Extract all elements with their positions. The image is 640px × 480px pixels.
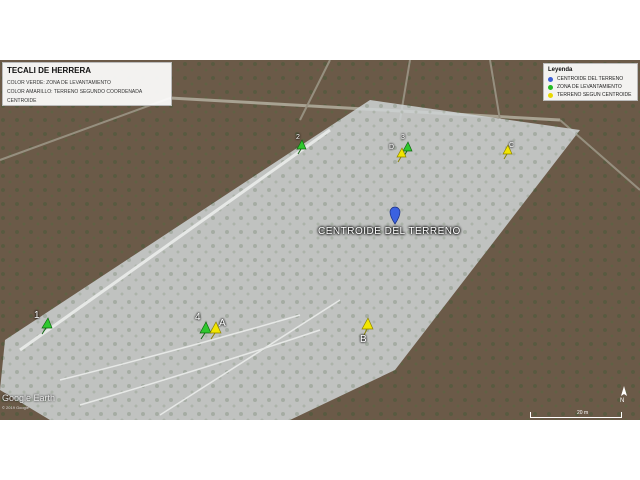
pin-label-4: 4 bbox=[195, 312, 201, 323]
legend-item-terrain: TERRENO SEGUN CENTROIDE bbox=[548, 91, 633, 99]
pin-label-3: 3 bbox=[401, 134, 405, 141]
legend-panel: Leyenda CENTROIDE DEL TERRENO ZONA DE LE… bbox=[543, 63, 638, 101]
centroid-label: CENTROIDE DEL TERRENO bbox=[318, 226, 461, 237]
blue-pin-icon bbox=[548, 76, 553, 82]
green-pin-icon bbox=[548, 84, 553, 90]
satellite-map[interactable] bbox=[0, 60, 640, 420]
note-green: COLOR VERDE: ZONA DE LEVANTAMIENTO bbox=[7, 80, 111, 86]
north-label: N bbox=[620, 398, 625, 404]
google-earth-logo: Google Earth bbox=[2, 393, 56, 403]
legend-item-survey: ZONA DE LEVANTAMIENTO bbox=[548, 83, 633, 91]
legend-label: ZONA DE LEVANTAMIENTO bbox=[557, 84, 622, 90]
map-canvas bbox=[0, 60, 640, 420]
scale-bar bbox=[530, 412, 622, 418]
pin-label-c: C bbox=[509, 142, 515, 149]
pin-label-a: A bbox=[219, 318, 226, 329]
scale-label: 20 m bbox=[577, 410, 589, 416]
title-panel: TECALI DE HERRERA COLOR VERDE: ZONA DE L… bbox=[2, 62, 172, 106]
pin-label-2: 2 bbox=[296, 134, 300, 141]
pin-label-1: 1 bbox=[34, 310, 40, 321]
yellow-pin-icon bbox=[548, 92, 553, 98]
map-title: TECALI DE HERRERA bbox=[7, 66, 92, 75]
legend-title: Leyenda bbox=[548, 67, 573, 73]
legend-item-centroid: CENTROIDE DEL TERRENO bbox=[548, 75, 633, 83]
note-yellow: COLOR AMARILLO: TERRENO SEGUNDO COORDENA… bbox=[7, 89, 142, 104]
pin-label-d: D bbox=[389, 144, 395, 151]
legend-label: TERRENO SEGUN CENTROIDE bbox=[557, 92, 632, 98]
legend-label: CENTROIDE DEL TERRENO bbox=[557, 76, 624, 82]
pin-label-b: B bbox=[360, 334, 367, 345]
image-credit: © 2019 Google bbox=[2, 405, 29, 410]
